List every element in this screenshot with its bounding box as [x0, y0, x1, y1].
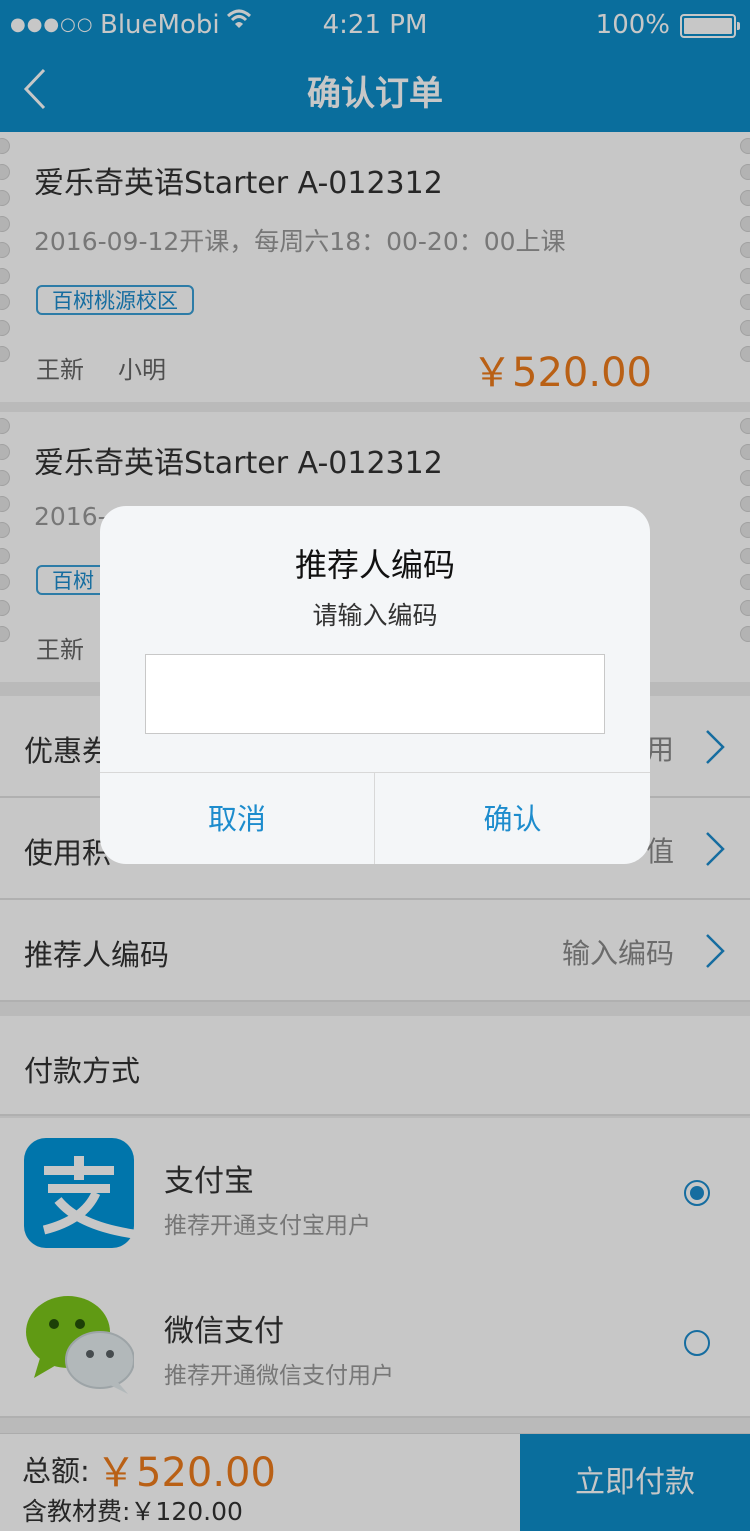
dialog-title: 推荐人编码 [294, 546, 455, 584]
dialog-subtitle: 请输入编码 [312, 601, 438, 630]
confirm-button[interactable]: 确认 [375, 773, 650, 864]
referrer-code-input[interactable] [145, 654, 605, 734]
cancel-button[interactable]: 取消 [100, 773, 375, 864]
referrer-code-dialog: 推荐人编码 请输入编码 取消 确认 [100, 506, 650, 864]
dialog-buttons: 取消 确认 [100, 772, 650, 864]
